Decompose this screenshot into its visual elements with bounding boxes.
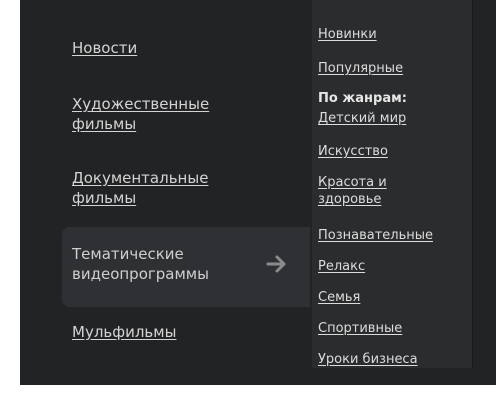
submenu-item-kids[interactable]: Детский мир [318,110,406,127]
submenu-item-business-lessons[interactable]: Уроки бизнеса [318,351,418,368]
submenu-item-label: Релакс [318,259,366,274]
genres-heading: По жанрам: [318,91,407,106]
menu-item-label: видеопрограммы [72,265,209,283]
menu-item-documentary-films[interactable]: Документальные фильмы [72,168,208,208]
menu-item-label: фильмы [72,115,137,133]
submenu-item-art[interactable]: Искусство [318,143,388,160]
menu-item-cartoons[interactable]: Мульфильмы [72,322,176,342]
menu-item-news[interactable]: Новости [72,38,137,58]
submenu-item-label: Познавательные [318,228,434,243]
submenu-item-family[interactable]: Семья [318,289,360,306]
menu-widget: Новости Художественные фильмы Документал… [0,0,496,395]
submenu-item-popular[interactable]: Популярные [318,60,403,77]
submenu-item-label: Детский мир [318,111,407,126]
submenu-item-label: Искусство [318,144,388,159]
menu-item-label: Документальные [72,169,209,187]
submenu-item-educational[interactable]: Познавательные [318,227,433,244]
menu-item-thematic-videos[interactable]: Тематические видеопрограммы [62,227,310,307]
submenu-item-label: Красота и [318,175,387,190]
menu-item-label: Художественные [72,95,210,113]
menu-item-label: фильмы [72,189,137,207]
submenu-item-label: Спортивные [318,321,403,336]
menu-item-label: Тематические [72,245,184,263]
submenu-item-beauty-health[interactable]: Красота и здоровье [318,174,387,208]
submenu-item-label: здоровье [318,192,382,207]
menu-item-label: Новости [72,39,138,57]
menu-item-label: Мульфильмы [72,323,177,341]
arrow-right-icon [266,255,286,273]
submenu-item-sports[interactable]: Спортивные [318,320,402,337]
submenu-item-label: Уроки бизнеса [318,352,418,367]
submenu-item-new[interactable]: Новинки [318,26,377,43]
menu-item-feature-films[interactable]: Художественные фильмы [72,94,209,134]
submenu-item-label: Семья [318,290,361,305]
submenu-item-relax[interactable]: Релакс [318,258,365,275]
